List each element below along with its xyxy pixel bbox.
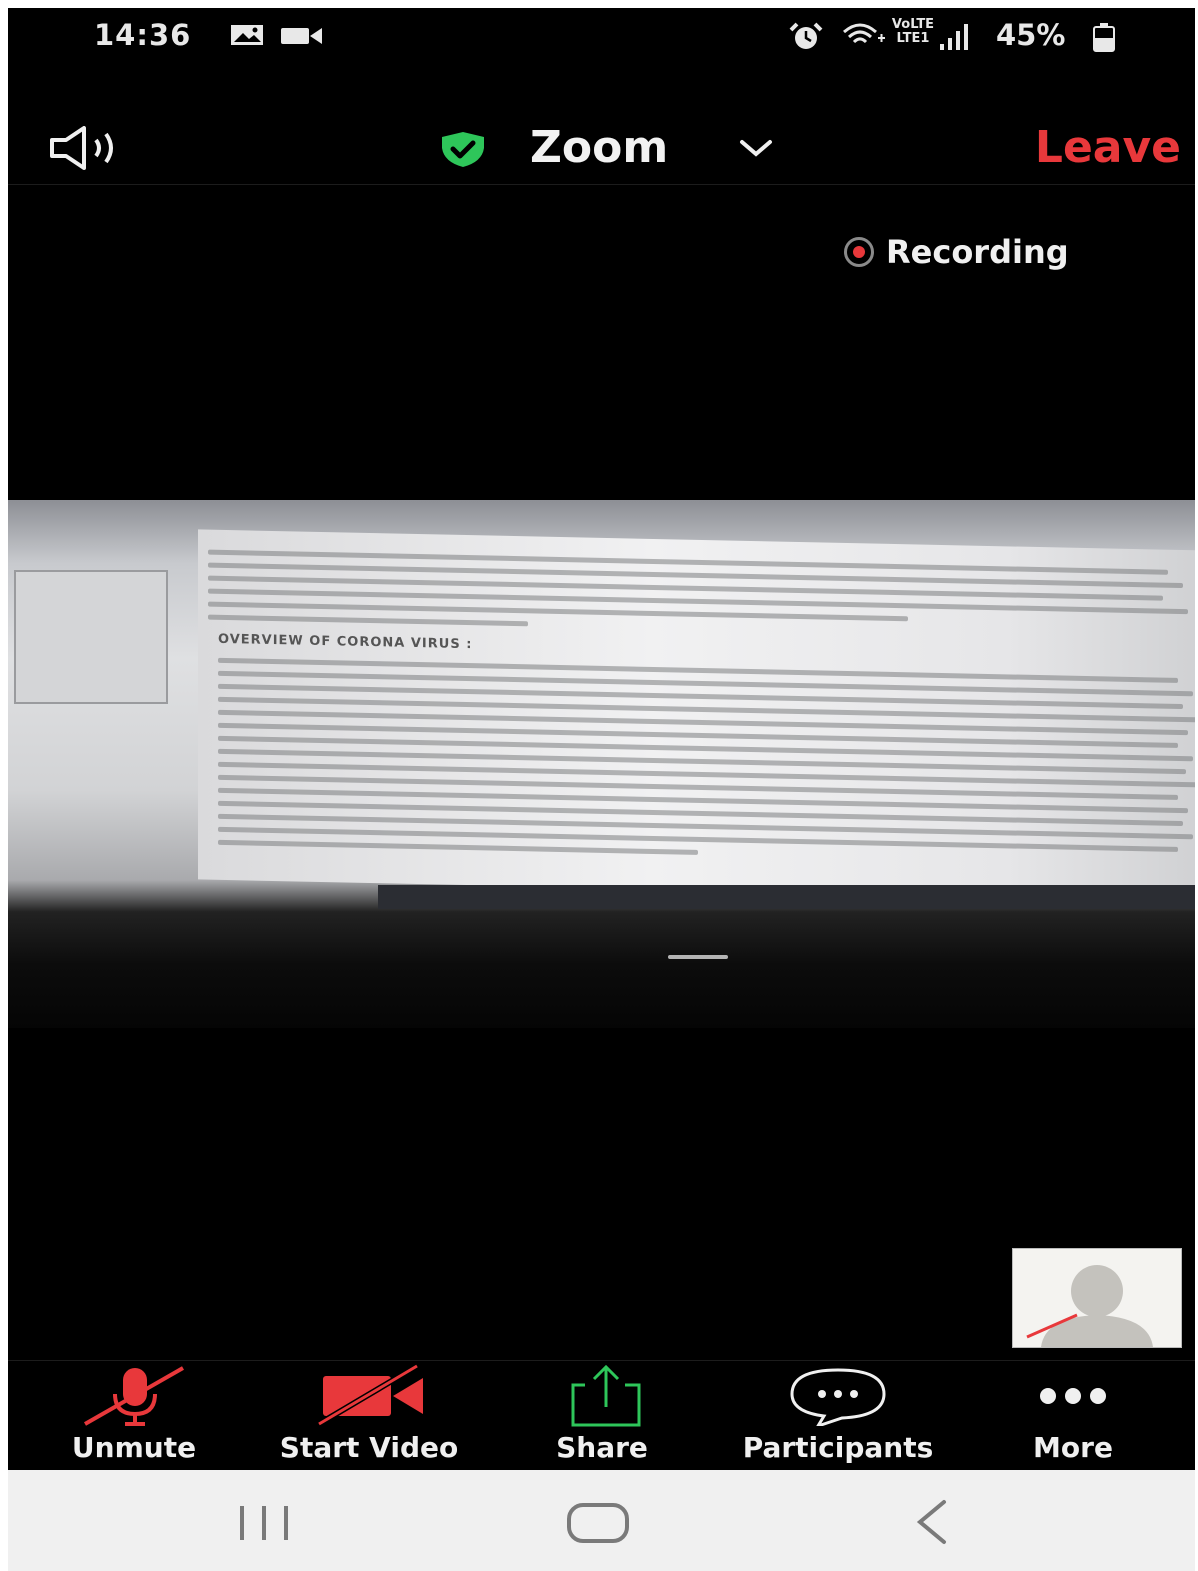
- chat-bubble-icon: [786, 1361, 890, 1431]
- more-dots-icon: [1028, 1361, 1118, 1431]
- signal-icon: [938, 22, 978, 56]
- back-icon: [904, 1500, 964, 1555]
- recording-indicator[interactable]: Recording: [844, 233, 1069, 271]
- share-button[interactable]: Share: [538, 1361, 666, 1470]
- share-upload-icon: [555, 1361, 649, 1431]
- record-dot-icon: [844, 237, 874, 267]
- document-side-panel: [14, 570, 168, 704]
- meeting-header: Zoom Leave: [8, 108, 1195, 185]
- self-view-thumbnail[interactable]: [1012, 1248, 1182, 1348]
- shared-video-feed[interactable]: OVERVIEW OF CORONA VIRUS :: [8, 500, 1195, 1028]
- battery-percentage: 45%: [996, 18, 1066, 52]
- back-button[interactable]: [904, 1492, 964, 1555]
- unmute-label: Unmute: [71, 1431, 197, 1464]
- gallery-icon: [230, 24, 266, 52]
- video-icon: [280, 24, 324, 52]
- network-label: VoLTE LTE1: [891, 17, 935, 46]
- video-glare: [668, 955, 728, 959]
- recent-apps-button[interactable]: [232, 1492, 296, 1555]
- home-icon: [564, 1503, 634, 1555]
- more-label: More: [1033, 1431, 1113, 1464]
- zoom-meeting-screen: 14:36 VoLTE LTE1 45% Zoom Leave Recordin…: [8, 8, 1195, 1470]
- more-button[interactable]: More: [1014, 1361, 1132, 1470]
- document-taskbar: [378, 885, 1195, 909]
- start-video-button[interactable]: Start Video: [256, 1361, 482, 1470]
- muted-mic-indicator-icon: [1023, 1311, 1083, 1345]
- participants-button[interactable]: Participants: [720, 1361, 956, 1470]
- home-button[interactable]: [564, 1492, 634, 1555]
- shared-document: OVERVIEW OF CORONA VIRUS :: [198, 529, 1195, 901]
- share-label: Share: [556, 1431, 648, 1464]
- status-bar: 14:36 VoLTE LTE1 45%: [8, 8, 1195, 64]
- speaker-icon: [48, 126, 140, 173]
- encryption-shield-icon: [438, 130, 488, 172]
- leave-button[interactable]: Leave: [1035, 122, 1181, 173]
- meeting-title[interactable]: Zoom: [530, 122, 668, 173]
- chevron-down-icon[interactable]: [738, 138, 774, 164]
- system-navigation-bar: [8, 1470, 1195, 1571]
- video-off-icon: [309, 1361, 429, 1431]
- recording-label: Recording: [886, 233, 1069, 271]
- muted-microphone-icon: [79, 1361, 189, 1431]
- meeting-toolbar: Unmute Start Video Share Participants Mo…: [8, 1360, 1195, 1470]
- wifi-icon: [842, 22, 886, 54]
- start-video-label: Start Video: [279, 1431, 459, 1464]
- battery-icon: [1092, 22, 1116, 56]
- clock: 14:36: [94, 18, 192, 52]
- participants-label: Participants: [742, 1431, 934, 1464]
- unmute-button[interactable]: Unmute: [54, 1361, 214, 1470]
- document-heading: OVERVIEW OF CORONA VIRUS :: [218, 631, 473, 653]
- recent-apps-icon: [232, 1506, 296, 1555]
- alarm-icon: [788, 22, 824, 56]
- speaker-toggle-button[interactable]: [48, 126, 140, 173]
